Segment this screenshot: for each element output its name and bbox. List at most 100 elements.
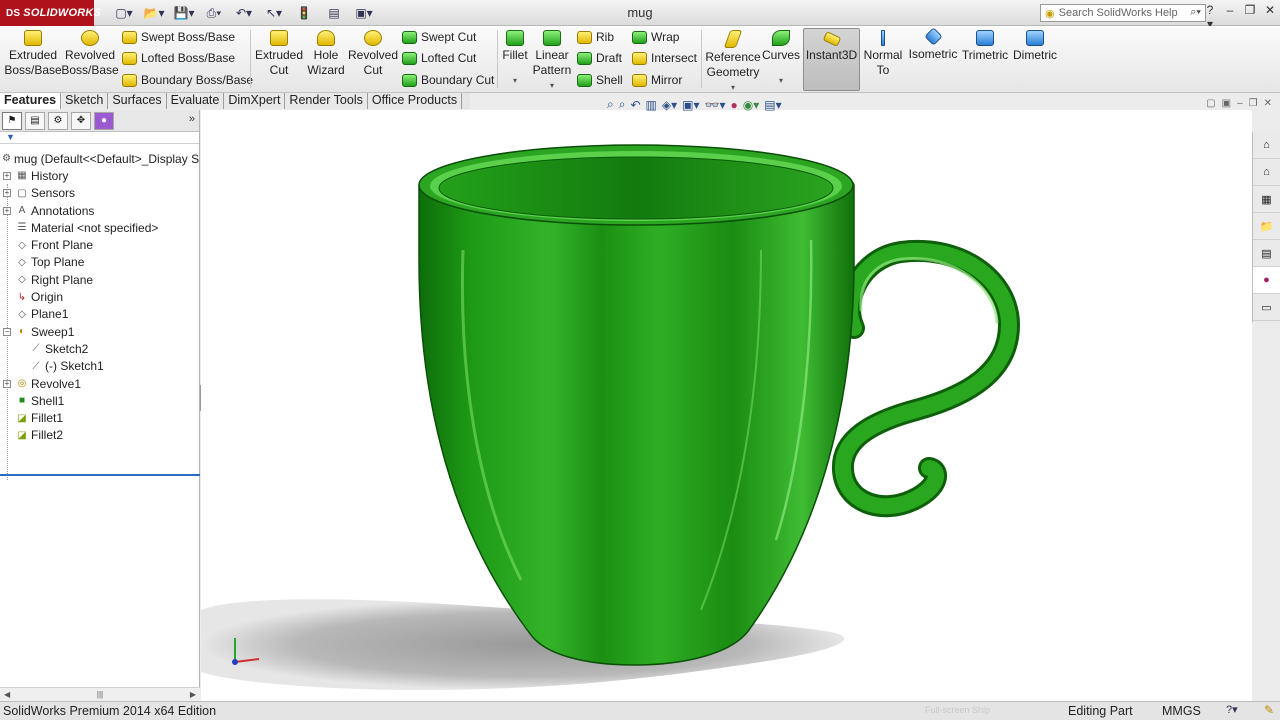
expand-panel-icon[interactable]: » <box>189 113 195 125</box>
expand-toggle[interactable]: + <box>3 189 11 198</box>
tab-surfaces[interactable]: Surfaces <box>108 93 167 109</box>
tree-item-material[interactable]: ☰ Material <not specified> <box>0 219 199 236</box>
view-palette-icon[interactable]: ▤ <box>1253 240 1280 267</box>
home-icon[interactable]: ⌂ <box>1253 159 1280 186</box>
instant3d-button[interactable]: Instant3D <box>803 30 860 63</box>
open-folder-icon[interactable]: 📂▾ <box>140 4 168 22</box>
tab-office-products[interactable]: Office Products <box>367 93 463 109</box>
expand-toggle[interactable]: + <box>3 206 11 215</box>
edit-appearance-icon[interactable]: ● <box>730 98 737 112</box>
split-icon[interactable]: ▣ <box>1222 98 1231 109</box>
feature-manager-tab-icon[interactable]: ⚑ <box>2 111 22 130</box>
tree-item-revolve1[interactable]: + ◎ Revolve1 <box>0 375 199 392</box>
solidworks-logo[interactable]: DS SOLIDWORKS <box>0 0 101 26</box>
previous-view-icon[interactable]: ↶ <box>630 98 640 112</box>
zoom-to-area-icon[interactable]: ⌕ <box>619 97 626 112</box>
property-manager-tab-icon[interactable]: ▤ <box>25 111 45 130</box>
section-view-icon[interactable]: ▥ <box>646 98 657 112</box>
viewport-minimize-icon[interactable]: – <box>1237 98 1243 109</box>
tree-item-sweep1[interactable]: − ◐ Sweep1 <box>0 323 199 340</box>
tab-features[interactable]: Features <box>0 93 62 109</box>
configuration-manager-tab-icon[interactable]: ⚙ <box>48 111 68 130</box>
extruded-cut-button[interactable]: Extruded Cut <box>254 30 304 78</box>
apply-scene-icon[interactable]: ◉▾ <box>743 98 760 112</box>
hole-wizard-button[interactable]: Hole Wizard <box>304 30 348 78</box>
draft-button[interactable]: Draft <box>577 49 622 67</box>
tree-item-annotations[interactable]: + A Annotations <box>0 202 199 219</box>
shell-button[interactable]: Shell <box>577 71 623 89</box>
view-orientation-icon[interactable]: ◈▾ <box>662 98 677 112</box>
help-question-icon[interactable]: ?▾ <box>1226 703 1238 716</box>
revolved-cut-button[interactable]: Revolved Cut <box>348 30 398 78</box>
mirror-button[interactable]: Mirror <box>632 71 682 89</box>
display-style-icon[interactable]: ▣▾ <box>682 98 699 112</box>
boundary-boss-button[interactable]: Boundary Boss/Base <box>122 71 253 89</box>
intersect-button[interactable]: Intersect <box>632 49 697 67</box>
scroll-right-icon[interactable]: ▶ <box>190 690 196 699</box>
revolved-boss-button[interactable]: Revolved Boss/Base <box>61 30 119 78</box>
tree-item-history[interactable]: + ▦ History <box>0 167 199 184</box>
file-properties-icon[interactable]: ▤ <box>320 4 348 22</box>
tree-item-sketch2[interactable]: ⟋ Sketch2 <box>0 340 199 357</box>
tree-filter[interactable]: ▼ <box>0 132 199 144</box>
extruded-boss-button[interactable]: Extruded Boss/Base <box>4 30 62 78</box>
fillet-dropdown-icon[interactable]: ▾ <box>513 73 517 88</box>
dimxpert-manager-tab-icon[interactable]: ✥ <box>71 111 91 130</box>
tree-root[interactable]: ⚙ mug (Default<<Default>_Display S <box>0 150 199 167</box>
tree-item-origin[interactable]: ↳ Origin <box>0 288 199 305</box>
trimetric-button[interactable]: Trimetric <box>960 30 1010 63</box>
new-document-icon[interactable]: ▢▾ <box>110 4 138 22</box>
tree-item-sensors[interactable]: + ▢ Sensors <box>0 185 199 202</box>
normal-to-button[interactable]: Normal To <box>862 30 904 78</box>
tile-icon[interactable]: ▢ <box>1206 98 1215 109</box>
rebuild-pencil-icon[interactable]: ✎ <box>1264 703 1274 717</box>
tree-item-right-plane[interactable]: ◇ Right Plane <box>0 271 199 288</box>
rollback-bar[interactable] <box>0 474 200 476</box>
curves-dropdown-icon[interactable]: ▾ <box>779 73 783 88</box>
unit-system[interactable]: MMGS <box>1162 704 1201 718</box>
reference-geometry-dropdown-icon[interactable]: ▾ <box>731 80 735 95</box>
tree-item-top-plane[interactable]: ◇ Top Plane <box>0 254 199 271</box>
curves-button[interactable]: Curves ▾ <box>762 30 800 88</box>
tree-item-sketch1[interactable]: ⟋ (-) Sketch1 <box>0 358 199 375</box>
swept-cut-button[interactable]: Swept Cut <box>402 28 476 46</box>
tab-dimxpert[interactable]: DimXpert <box>224 93 286 109</box>
tree-item-plane1[interactable]: ◇ Plane1 <box>0 306 199 323</box>
design-library-icon[interactable]: ▦ <box>1253 186 1280 213</box>
tab-sketch[interactable]: Sketch <box>61 93 109 109</box>
view-settings-icon[interactable]: ▤▾ <box>764 98 781 112</box>
select-arrow-icon[interactable]: ↖▾ <box>260 4 288 22</box>
zoom-to-fit-icon[interactable]: ⌕ <box>607 97 614 112</box>
rebuild-icon[interactable]: 🚦 <box>290 4 318 22</box>
collapse-toggle[interactable]: − <box>3 327 11 336</box>
linear-pattern-dropdown-icon[interactable]: ▾ <box>550 78 554 93</box>
print-icon[interactable]: ⎙▾ <box>200 4 228 22</box>
expand-toggle[interactable]: + <box>3 379 11 388</box>
tree-item-fillet2[interactable]: ◪ Fillet2 <box>0 427 199 444</box>
fillet-button[interactable]: Fillet ▾ <box>500 30 530 88</box>
viewport-close-icon[interactable]: ✕ <box>1264 98 1272 109</box>
tree-item-fillet1[interactable]: ◪ Fillet1 <box>0 409 199 426</box>
linear-pattern-button[interactable]: Linear Pattern ▾ <box>530 30 574 93</box>
display-manager-tab-icon[interactable]: ● <box>94 111 114 130</box>
isometric-button[interactable]: Isometric <box>906 27 960 62</box>
tab-evaluate[interactable]: Evaluate <box>166 93 225 109</box>
file-explorer-icon[interactable]: 📁 <box>1253 213 1280 240</box>
graphics-area[interactable] <box>201 110 1252 701</box>
viewport-restore-icon[interactable]: ❐ <box>1249 98 1258 109</box>
options-icon[interactable]: ▣▾ <box>350 4 378 22</box>
tree-item-shell1[interactable]: ■ Shell1 <box>0 392 199 409</box>
lofted-cut-button[interactable]: Lofted Cut <box>402 49 476 67</box>
search-icon[interactable]: ⌕▾ <box>1190 6 1201 19</box>
custom-properties-icon[interactable]: ▭ <box>1253 294 1280 321</box>
reference-geometry-button[interactable]: Reference Geometry ▾ <box>704 30 762 95</box>
expand-toggle[interactable]: + <box>3 171 11 180</box>
tab-render-tools[interactable]: Render Tools <box>285 93 368 109</box>
dimetric-button[interactable]: Dimetric <box>1012 30 1058 63</box>
rib-button[interactable]: Rib <box>577 28 614 46</box>
scroll-left-icon[interactable]: ◀ <box>4 690 10 699</box>
undo-icon[interactable]: ↶▾ <box>230 4 258 22</box>
appearances-icon[interactable]: ● <box>1253 267 1280 294</box>
swept-boss-button[interactable]: Swept Boss/Base <box>122 28 235 46</box>
tree-item-front-plane[interactable]: ◇ Front Plane <box>0 236 199 253</box>
